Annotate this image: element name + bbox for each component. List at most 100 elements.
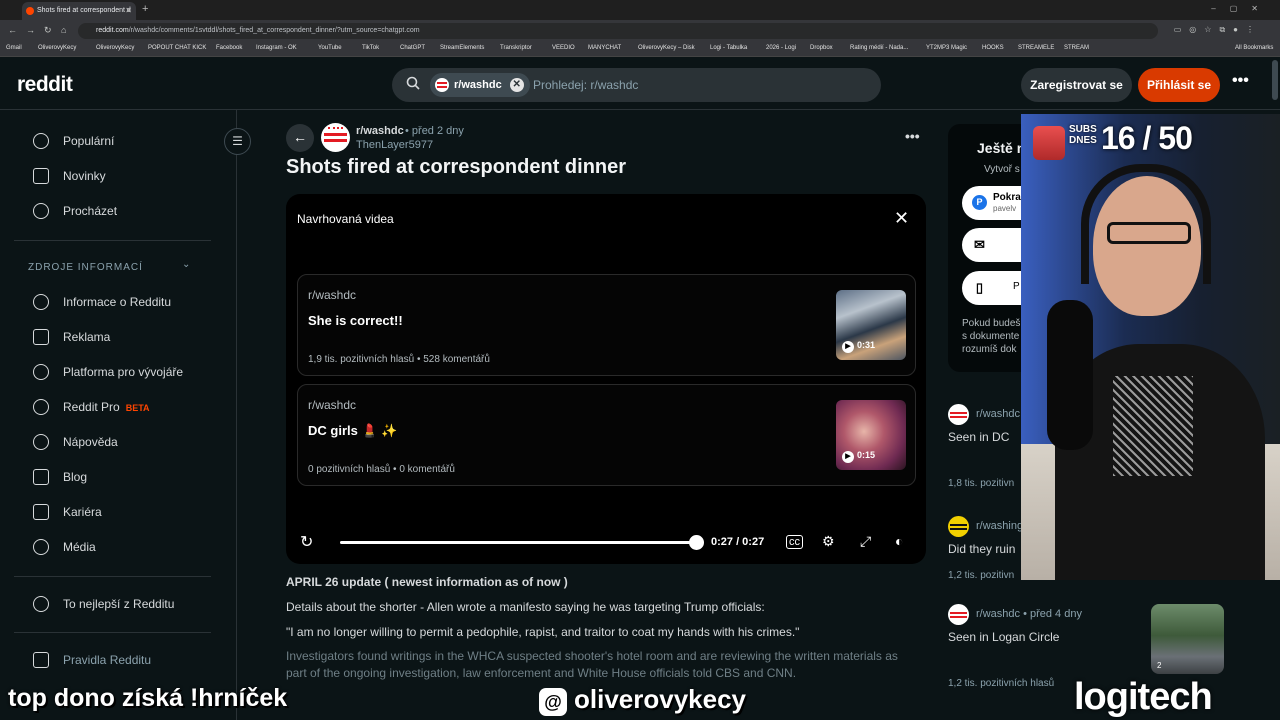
- video-progress-bar[interactable]: [340, 541, 696, 544]
- chevron-down-icon[interactable]: ⌄: [182, 259, 190, 270]
- sidebar-item-blog[interactable]: Blog: [33, 465, 87, 489]
- search-input[interactable]: Prohledej: r/washdc: [533, 78, 638, 92]
- subreddit-search-chip[interactable]: r/washdc ✕: [430, 73, 530, 97]
- bookmark-item[interactable]: Gmail: [6, 45, 22, 51]
- reddit-logo[interactable]: reddit: [17, 73, 73, 97]
- tab-title: Shots fired at correspondent d: [37, 7, 131, 14]
- bookmark-item[interactable]: VEEDIO: [552, 45, 575, 51]
- sidebar-item-media[interactable]: Média: [33, 535, 96, 559]
- related-post-subreddit: r/washing: [976, 520, 1024, 532]
- news-icon: [33, 168, 49, 184]
- sidebar-item-rules[interactable]: Pravidla Redditu: [33, 648, 151, 672]
- chip-clear-icon[interactable]: ✕: [509, 78, 524, 92]
- chip-label: r/washdc: [454, 79, 502, 91]
- post-author[interactable]: ThenLayer5977: [356, 139, 433, 151]
- sidebar-item-label: Média: [63, 540, 96, 554]
- bookmark-item[interactable]: ChatGPT: [400, 45, 425, 51]
- explore-icon: [33, 203, 49, 219]
- divider: [14, 576, 211, 577]
- bookmark-item[interactable]: Facebook: [216, 45, 242, 51]
- sidebar-item-popular[interactable]: Populární: [33, 129, 114, 153]
- scrollbar[interactable]: [1272, 60, 1278, 100]
- back-button[interactable]: ←: [286, 124, 314, 152]
- bookmark-item[interactable]: Rating médií - Nada...: [850, 45, 908, 51]
- subreddit-avatar[interactable]: [321, 123, 350, 152]
- search-icon: [406, 76, 420, 90]
- video-thumbnail[interactable]: 0:15: [836, 400, 906, 470]
- sidebar-item-best-of[interactable]: To nejlepší z Redditu: [33, 592, 174, 616]
- browser-tab[interactable]: Shots fired at correspondent d ✕: [22, 2, 136, 20]
- divider: [14, 632, 211, 633]
- bookmark-item[interactable]: Transkriptor: [500, 45, 532, 51]
- video-stats: 1,9 tis. pozitivních hlasů • 528 komentá…: [308, 354, 490, 365]
- bookmark-item[interactable]: YouTube: [318, 45, 342, 51]
- bookmark-item[interactable]: MANYCHAT: [588, 45, 621, 51]
- subreddit-avatar: [948, 516, 969, 537]
- all-bookmarks-button[interactable]: All Bookmarks: [1235, 45, 1273, 51]
- window-controls[interactable]: –▢✕: [1211, 4, 1272, 13]
- sidebar-item-help[interactable]: Nápověda: [33, 430, 118, 454]
- sidebar-item-careers[interactable]: Kariéra: [33, 500, 102, 524]
- sidebar-item-developer[interactable]: Platforma pro vývojáře: [33, 360, 183, 384]
- bookmark-item[interactable]: HOOKS: [982, 45, 1004, 51]
- tab-close-icon[interactable]: ✕: [125, 6, 132, 15]
- register-button[interactable]: Zaregistrovat se: [1021, 68, 1132, 102]
- bookmark-item[interactable]: OliverovyKecy – Disk: [638, 45, 695, 51]
- captions-icon[interactable]: cc: [786, 535, 803, 549]
- bookmark-item[interactable]: YT2MP3 Magic: [926, 45, 967, 51]
- sidebar-item-label: Procházet: [63, 204, 118, 218]
- post-subreddit[interactable]: r/washdc: [356, 125, 404, 137]
- bookmark-item[interactable]: OliverovyKecy: [96, 45, 134, 51]
- replay-icon[interactable]: ↻: [300, 532, 313, 552]
- signup-card-title: Ještě n: [977, 140, 1026, 156]
- address-bar[interactable]: reddit.com/r/washdc/comments/1svtddl/sho…: [78, 23, 1158, 39]
- sidebar-item-reddit-pro[interactable]: Reddit Pro BETA: [33, 395, 150, 419]
- search-bar[interactable]: r/washdc ✕ Prohledej: r/washdc: [392, 68, 881, 102]
- account-avatar-icon: P: [972, 195, 987, 210]
- sidebar-item-label: Pravidla Redditu: [63, 653, 152, 667]
- bookmark-item[interactable]: Dropbox: [810, 45, 833, 51]
- bookmark-item[interactable]: OliverovyKecy: [38, 45, 76, 51]
- bookmark-item[interactable]: Instagram - OK: [256, 45, 297, 51]
- post-more-icon[interactable]: •••: [905, 128, 920, 144]
- bookmark-item[interactable]: STREAMELE: [1018, 45, 1054, 51]
- more-options-icon[interactable]: •••: [1232, 72, 1249, 90]
- sidebar-item-news[interactable]: Novinky: [33, 164, 106, 188]
- sidebar-item-about[interactable]: Informace o Redditu: [33, 290, 171, 314]
- extension-icons[interactable]: ▭◎☆⧉●⋮: [1174, 25, 1262, 35]
- suggested-video-card[interactable]: r/washdc DC girls 💄 ✨ 0 pozitivních hlas…: [297, 384, 916, 486]
- back-arrow-icon[interactable]: ←: [8, 25, 17, 35]
- account-email: pavelv: [993, 204, 1017, 213]
- washdc-flag-icon: [435, 78, 449, 92]
- resources-section-title[interactable]: ZDROJE INFORMACÍ: [28, 262, 143, 273]
- volume-icon[interactable]: ◐: [895, 533, 903, 549]
- new-tab-icon[interactable]: +: [142, 3, 148, 15]
- video-thumbnail[interactable]: 0:31: [836, 290, 906, 360]
- related-post-thumbnail[interactable]: 2: [1151, 604, 1224, 674]
- video-title: She is correct!!: [308, 313, 403, 328]
- bookmark-item[interactable]: 2026 - Logi: [766, 45, 796, 51]
- bookmark-item[interactable]: Logi - Tabulka: [710, 45, 747, 51]
- fullscreen-icon[interactable]: ⤢: [860, 533, 871, 550]
- bookmark-item[interactable]: StreamElements: [440, 45, 484, 51]
- close-icon[interactable]: ✕: [894, 208, 909, 229]
- reload-icon[interactable]: ↻: [44, 25, 52, 36]
- login-button[interactable]: Přihlásit se: [1138, 68, 1220, 102]
- sidebar-collapse-button[interactable]: ☰: [224, 128, 251, 155]
- bookmark-item[interactable]: STREAM: [1064, 45, 1089, 51]
- forward-arrow-icon[interactable]: →: [26, 25, 35, 35]
- subreddit-avatar: [948, 404, 969, 425]
- video-scrubber-handle[interactable]: [689, 535, 704, 550]
- sidebar-item-advertise[interactable]: Reklama: [33, 325, 110, 349]
- sidebar-item-explore[interactable]: Procházet: [33, 199, 117, 223]
- sidebar-item-label: Blog: [63, 470, 88, 484]
- home-icon[interactable]: ⌂: [61, 25, 66, 35]
- briefcase-icon: [33, 504, 49, 520]
- gear-icon[interactable]: ⚙: [822, 533, 835, 550]
- bookmark-item[interactable]: TikTok: [362, 45, 379, 51]
- rules-icon: [33, 652, 49, 668]
- bookmark-item[interactable]: POPOUT CHAT KICK: [148, 45, 206, 51]
- video-player[interactable]: Navrhovaná videa ✕ r/washdc She is corre…: [286, 194, 926, 564]
- suggested-video-card[interactable]: r/washdc She is correct!! 1,9 tis. pozit…: [297, 274, 916, 376]
- related-post-subreddit: r/washdc: [976, 408, 1021, 420]
